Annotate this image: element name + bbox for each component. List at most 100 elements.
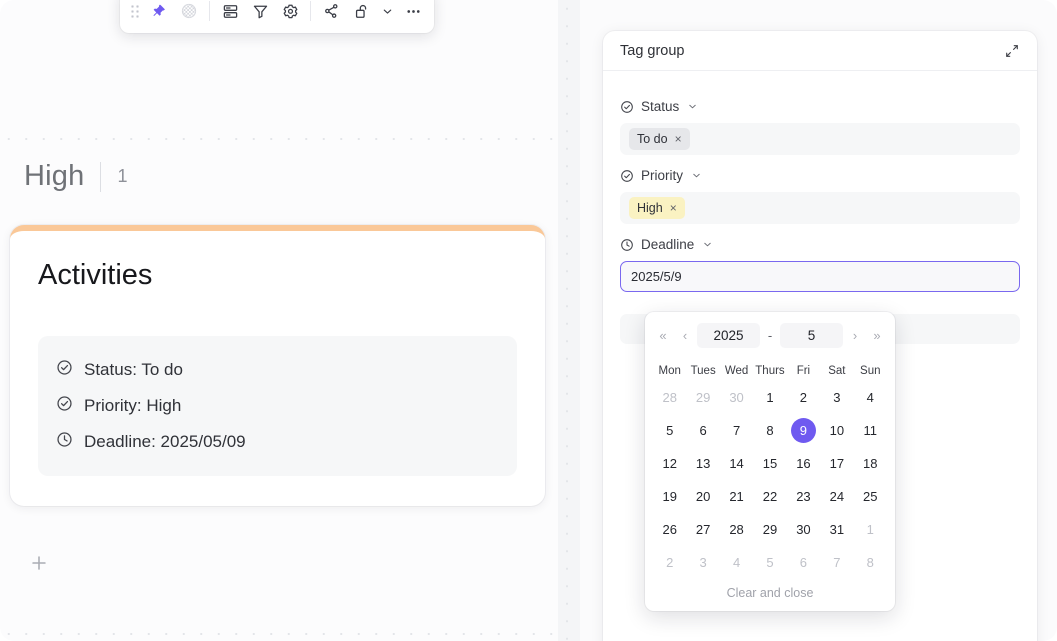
datepicker-day[interactable]: 1: [753, 381, 786, 414]
more-horizontal-icon[interactable]: [398, 0, 428, 26]
datepicker-day[interactable]: 16: [787, 447, 820, 480]
datepicker-day-label: 1: [766, 390, 774, 405]
datepicker-day[interactable]: 24: [820, 480, 853, 513]
year-select[interactable]: 2025: [697, 322, 760, 348]
card-title: Activities: [38, 259, 153, 291]
datepicker-day[interactable]: 4: [854, 381, 887, 414]
datepicker-day-label: 15: [762, 456, 778, 471]
datepicker-day[interactable]: 18: [854, 447, 887, 480]
add-card-button[interactable]: [24, 548, 54, 578]
toolbar-separator: [209, 1, 210, 21]
datepicker-day[interactable]: 21: [720, 480, 753, 513]
datepicker-day[interactable]: 3: [820, 381, 853, 414]
datepicker-day[interactable]: 29: [686, 381, 719, 414]
datepicker-day[interactable]: 14: [720, 447, 753, 480]
toolbar-separator: [310, 1, 311, 21]
datepicker-day[interactable]: 5: [753, 546, 786, 579]
app-root: High 1 Activities Status: To do Priority…: [0, 0, 1057, 641]
chevron-down-icon[interactable]: [691, 170, 702, 181]
datepicker-day[interactable]: 15: [753, 447, 786, 480]
datepicker-day[interactable]: 22: [753, 480, 786, 513]
collapse-icon[interactable]: [1004, 43, 1020, 59]
datepicker-week-row: 28 29 30 1 2 3 4: [653, 381, 887, 414]
next-month-button[interactable]: ›: [845, 323, 865, 347]
datepicker-day-label: 7: [833, 555, 841, 570]
field-label-priority[interactable]: Priority: [620, 168, 1020, 183]
datepicker-day[interactable]: 4: [720, 546, 753, 579]
prev-year-button[interactable]: «: [653, 323, 673, 347]
status-tag-input[interactable]: To do ×: [620, 123, 1020, 155]
field-label-deadline[interactable]: Deadline: [620, 237, 1020, 252]
weekday-label: Tues: [690, 365, 716, 377]
layout-rows-icon[interactable]: [215, 0, 245, 26]
datepicker-day[interactable]: 2: [653, 546, 686, 579]
datepicker-day[interactable]: 1: [854, 513, 887, 546]
unlock-icon[interactable]: [346, 0, 376, 26]
deadline-date-input[interactable]: 2025/5/9: [620, 261, 1020, 292]
datepicker-day-label: 31: [829, 522, 845, 537]
drag-handle[interactable]: [126, 0, 144, 26]
task-card[interactable]: Activities Status: To do Priority: High …: [10, 225, 545, 506]
datepicker-day[interactable]: 25: [854, 480, 887, 513]
datepicker-day[interactable]: 2: [787, 381, 820, 414]
datepicker-day[interactable]: 3: [686, 546, 719, 579]
share-nodes-icon[interactable]: [316, 0, 346, 26]
datepicker-day-label: 23: [796, 489, 811, 504]
datepicker-day[interactable]: 30: [787, 513, 820, 546]
datepicker-day[interactable]: 7: [720, 414, 753, 447]
datepicker-day[interactable]: 10: [820, 414, 853, 447]
datepicker-day-label: 16: [796, 456, 811, 471]
datepicker-day[interactable]: 27: [686, 513, 719, 546]
datepicker-day[interactable]: 28: [720, 513, 753, 546]
datepicker-day-label: 6: [699, 423, 707, 438]
datepicker-day[interactable]: 26: [653, 513, 686, 546]
month-select[interactable]: 5: [780, 322, 843, 348]
chevron-down-icon[interactable]: [687, 101, 698, 112]
datepicker-day-label: 10: [829, 423, 845, 438]
datepicker-day[interactable]: 28: [653, 381, 686, 414]
datepicker-day[interactable]: 7: [820, 546, 853, 579]
datepicker-day[interactable]: 8: [854, 546, 887, 579]
card-property-priority[interactable]: Priority: High: [56, 388, 499, 424]
card-property-status[interactable]: Status: To do: [56, 352, 499, 388]
field-label-status[interactable]: Status: [620, 99, 1020, 114]
pin-icon[interactable]: [144, 0, 174, 26]
check-circle-icon: [620, 100, 634, 114]
datepicker-day-selected[interactable]: 9: [787, 414, 820, 447]
datepicker-day[interactable]: 5: [653, 414, 686, 447]
datepicker-day[interactable]: 23: [787, 480, 820, 513]
group-header: High 1: [24, 160, 127, 193]
datepicker-day[interactable]: 17: [820, 447, 853, 480]
datepicker-day[interactable]: 19: [653, 480, 686, 513]
chevron-down-icon[interactable]: [376, 0, 398, 26]
datepicker-day[interactable]: 11: [854, 414, 887, 447]
datepicker-day[interactable]: 29: [753, 513, 786, 546]
datepicker-day-label: 4: [866, 390, 874, 405]
next-year-button[interactable]: »: [867, 323, 887, 347]
datepicker-day-label: 30: [796, 522, 811, 537]
datepicker-day[interactable]: 8: [753, 414, 786, 447]
clear-and-close-button[interactable]: Clear and close: [653, 579, 887, 604]
datepicker-day[interactable]: 20: [686, 480, 719, 513]
priority-tag-input[interactable]: High ×: [620, 192, 1020, 224]
prev-month-button[interactable]: ‹: [675, 323, 695, 347]
datepicker-day[interactable]: 31: [820, 513, 853, 546]
field-label-status-text: Status: [641, 99, 680, 114]
tag-status[interactable]: To do ×: [629, 128, 690, 150]
datepicker-day[interactable]: 30: [720, 381, 753, 414]
transparency-icon[interactable]: [174, 0, 204, 26]
floating-toolbar[interactable]: [120, 0, 434, 33]
canvas-dotted-divider-vertical: [566, 0, 568, 641]
card-property-deadline[interactable]: Deadline: 2025/05/09: [56, 424, 499, 460]
tag-remove-icon[interactable]: ×: [675, 133, 682, 145]
datepicker-day[interactable]: 12: [653, 447, 686, 480]
datepicker-day[interactable]: 6: [686, 414, 719, 447]
datepicker-day-label: 5: [766, 555, 774, 570]
datepicker-day[interactable]: 13: [686, 447, 719, 480]
tag-remove-icon[interactable]: ×: [670, 202, 677, 214]
datepicker-day[interactable]: 6: [787, 546, 820, 579]
filter-icon[interactable]: [245, 0, 275, 26]
tag-priority[interactable]: High ×: [629, 197, 685, 219]
chevron-down-icon[interactable]: [702, 239, 713, 250]
gear-icon[interactable]: [275, 0, 305, 26]
